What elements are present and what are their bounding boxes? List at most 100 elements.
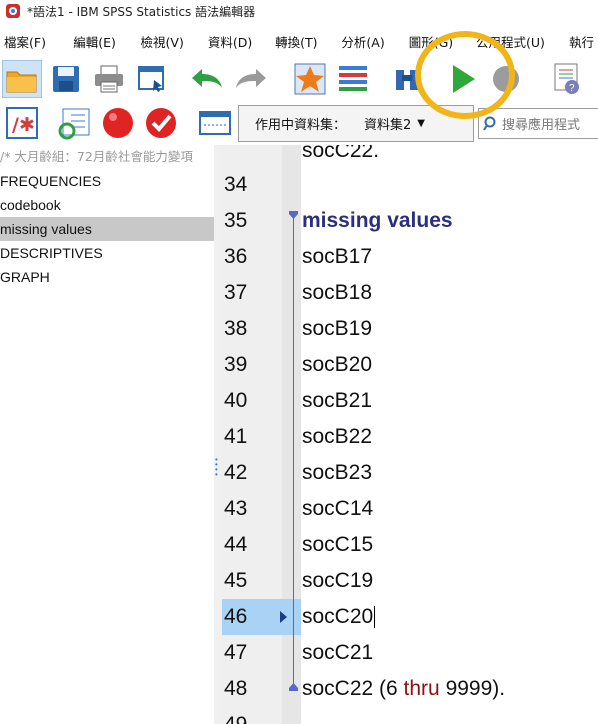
navigator-item-descriptives[interactable]: DESCRIPTIVES: [0, 241, 214, 265]
find-button[interactable]: [388, 60, 428, 98]
svg-text:/✱: /✱: [12, 114, 35, 136]
active-dataset-value[interactable]: 資料集2 ▼: [364, 114, 425, 133]
find-icon: [396, 70, 418, 90]
line-number: 43: [224, 497, 248, 520]
validate-icon: [58, 108, 90, 140]
goto-case-icon: [294, 63, 326, 95]
fold-guide-line: [293, 217, 294, 687]
line-number: 35: [224, 209, 248, 232]
code-line-partial-top: socC22.: [302, 145, 380, 162]
comment-icon: /✱: [6, 107, 38, 139]
line-number: 46: [222, 599, 302, 635]
stop-button[interactable]: [486, 60, 526, 98]
code-line: socB22: [302, 425, 373, 448]
open-folder-icon: [6, 71, 37, 93]
window-icon: [199, 111, 231, 135]
save-button[interactable]: [46, 60, 86, 98]
syntax-navigator: /* 大月齡組：72月齡社會能力變項 FREQUENCIES codebook …: [0, 145, 214, 724]
code-line: socC22 (6 thru 9999).: [302, 677, 506, 700]
code-line: socB21: [302, 389, 373, 412]
menu-transform[interactable]: 轉換(T): [273, 32, 339, 51]
code-line: socC20: [302, 605, 376, 629]
breakpoint-button[interactable]: [99, 105, 137, 141]
print-button[interactable]: [89, 60, 129, 98]
navigator-item-comment[interactable]: /* 大月齡組：72月齡社會能力變項: [0, 145, 214, 169]
clear-breakpoints-button[interactable]: [142, 105, 180, 141]
chevron-down-icon: ▼: [417, 118, 425, 129]
run-selection-icon: [453, 65, 475, 93]
goto-case-button[interactable]: [290, 60, 330, 98]
save-icon: [53, 66, 79, 92]
line-number: 34: [224, 173, 248, 196]
menu-run[interactable]: 執行: [567, 32, 598, 51]
navigator-item-missing-values[interactable]: missing values: [0, 217, 214, 241]
line-number: 39: [224, 353, 248, 376]
menu-data[interactable]: 資料(D): [206, 32, 273, 51]
menu-analyze[interactable]: 分析(A): [339, 32, 406, 51]
code-line: socB19: [302, 317, 373, 340]
checkmark-icon: [146, 108, 176, 138]
line-number: 44: [224, 533, 248, 556]
menu-graphs[interactable]: 圖形(G): [407, 32, 474, 51]
search-placeholder: 搜尋應用程式: [502, 118, 581, 133]
line-number: 36: [224, 245, 248, 268]
code-line: socC15: [302, 533, 374, 556]
code-line: socC19: [302, 569, 374, 592]
code-line: socC14: [302, 497, 374, 520]
line-number: 48: [224, 677, 248, 700]
code-line: socB18: [302, 281, 373, 304]
keyword-thru: thru: [403, 677, 440, 700]
menu-view[interactable]: 檢視(V): [139, 32, 206, 51]
title-bar: *語法1 - IBM SPSS Statistics 語法編輯器: [0, 0, 598, 22]
code-line: socB17: [302, 245, 373, 268]
run-selection-button[interactable]: [443, 60, 483, 98]
code-line: socC21: [302, 641, 374, 664]
line-number: 40: [224, 389, 248, 412]
bookmark-button[interactable]: [196, 105, 234, 141]
recall-dialog-icon: [138, 66, 164, 92]
menu-bar: 檔案(F) 編輯(E) 檢視(V) 資料(D) 轉換(T) 分析(A) 圖形(G…: [0, 30, 598, 52]
syntax-help-button[interactable]: ?: [546, 60, 586, 98]
syntax-toolbar: /✱ 作用中資料集： 資料集2 ▼ 搜尋應用程式: [0, 103, 598, 143]
code-line: missing values: [302, 209, 453, 232]
recall-dialog-button[interactable]: [132, 60, 172, 98]
line-number: 37: [224, 281, 248, 304]
comment-button[interactable]: /✱: [3, 105, 41, 141]
fold-start-marker-icon[interactable]: [289, 211, 298, 219]
app-search-input[interactable]: 搜尋應用程式: [478, 108, 598, 139]
dataset-name: 資料集2: [364, 118, 412, 133]
navigator-item-codebook[interactable]: codebook: [0, 193, 214, 217]
line-number: 41: [224, 425, 248, 448]
active-dataset-label: 作用中資料集：: [255, 118, 347, 133]
active-dataset-selector[interactable]: 作用中資料集： 資料集2 ▼: [238, 105, 474, 142]
spss-app-icon: [6, 4, 20, 18]
stop-icon: [493, 66, 519, 92]
code-line: socB20: [302, 353, 373, 376]
variables-icon: [339, 66, 367, 91]
text-caret: [374, 606, 376, 629]
window-title: *語法1 - IBM SPSS Statistics 語法編輯器: [27, 4, 256, 19]
fold-end-marker-icon[interactable]: [289, 683, 298, 691]
navigator-item-graph[interactable]: GRAPH: [0, 265, 214, 289]
undo-button[interactable]: [186, 60, 226, 98]
open-button[interactable]: [2, 60, 42, 98]
menu-edit[interactable]: 編輯(E): [71, 32, 138, 51]
menu-file[interactable]: 檔案(F): [2, 32, 71, 51]
variables-button[interactable]: [333, 60, 373, 98]
syntax-editor[interactable]: socC22. missing values socB17 socB18 socB19…: [301, 145, 598, 724]
validate-button[interactable]: [56, 105, 94, 141]
line-number: 42: [224, 461, 248, 484]
print-icon: [95, 65, 123, 93]
main-toolbar: ?: [0, 56, 598, 102]
search-icon: [483, 116, 496, 131]
navigator-item-frequencies[interactable]: FREQUENCIES: [0, 169, 214, 193]
line-number-partial: 49: [222, 707, 282, 724]
current-line-arrow-icon: [280, 611, 287, 623]
svg-text:?: ?: [569, 83, 575, 94]
redo-button[interactable]: [232, 60, 272, 98]
syntax-help-icon: ?: [554, 63, 579, 94]
code-line: socB23: [302, 461, 373, 484]
splitter-grip-icon: • • • •: [215, 455, 218, 479]
undo-icon: [192, 69, 222, 88]
menu-utilities[interactable]: 公用程式(U): [474, 32, 567, 51]
